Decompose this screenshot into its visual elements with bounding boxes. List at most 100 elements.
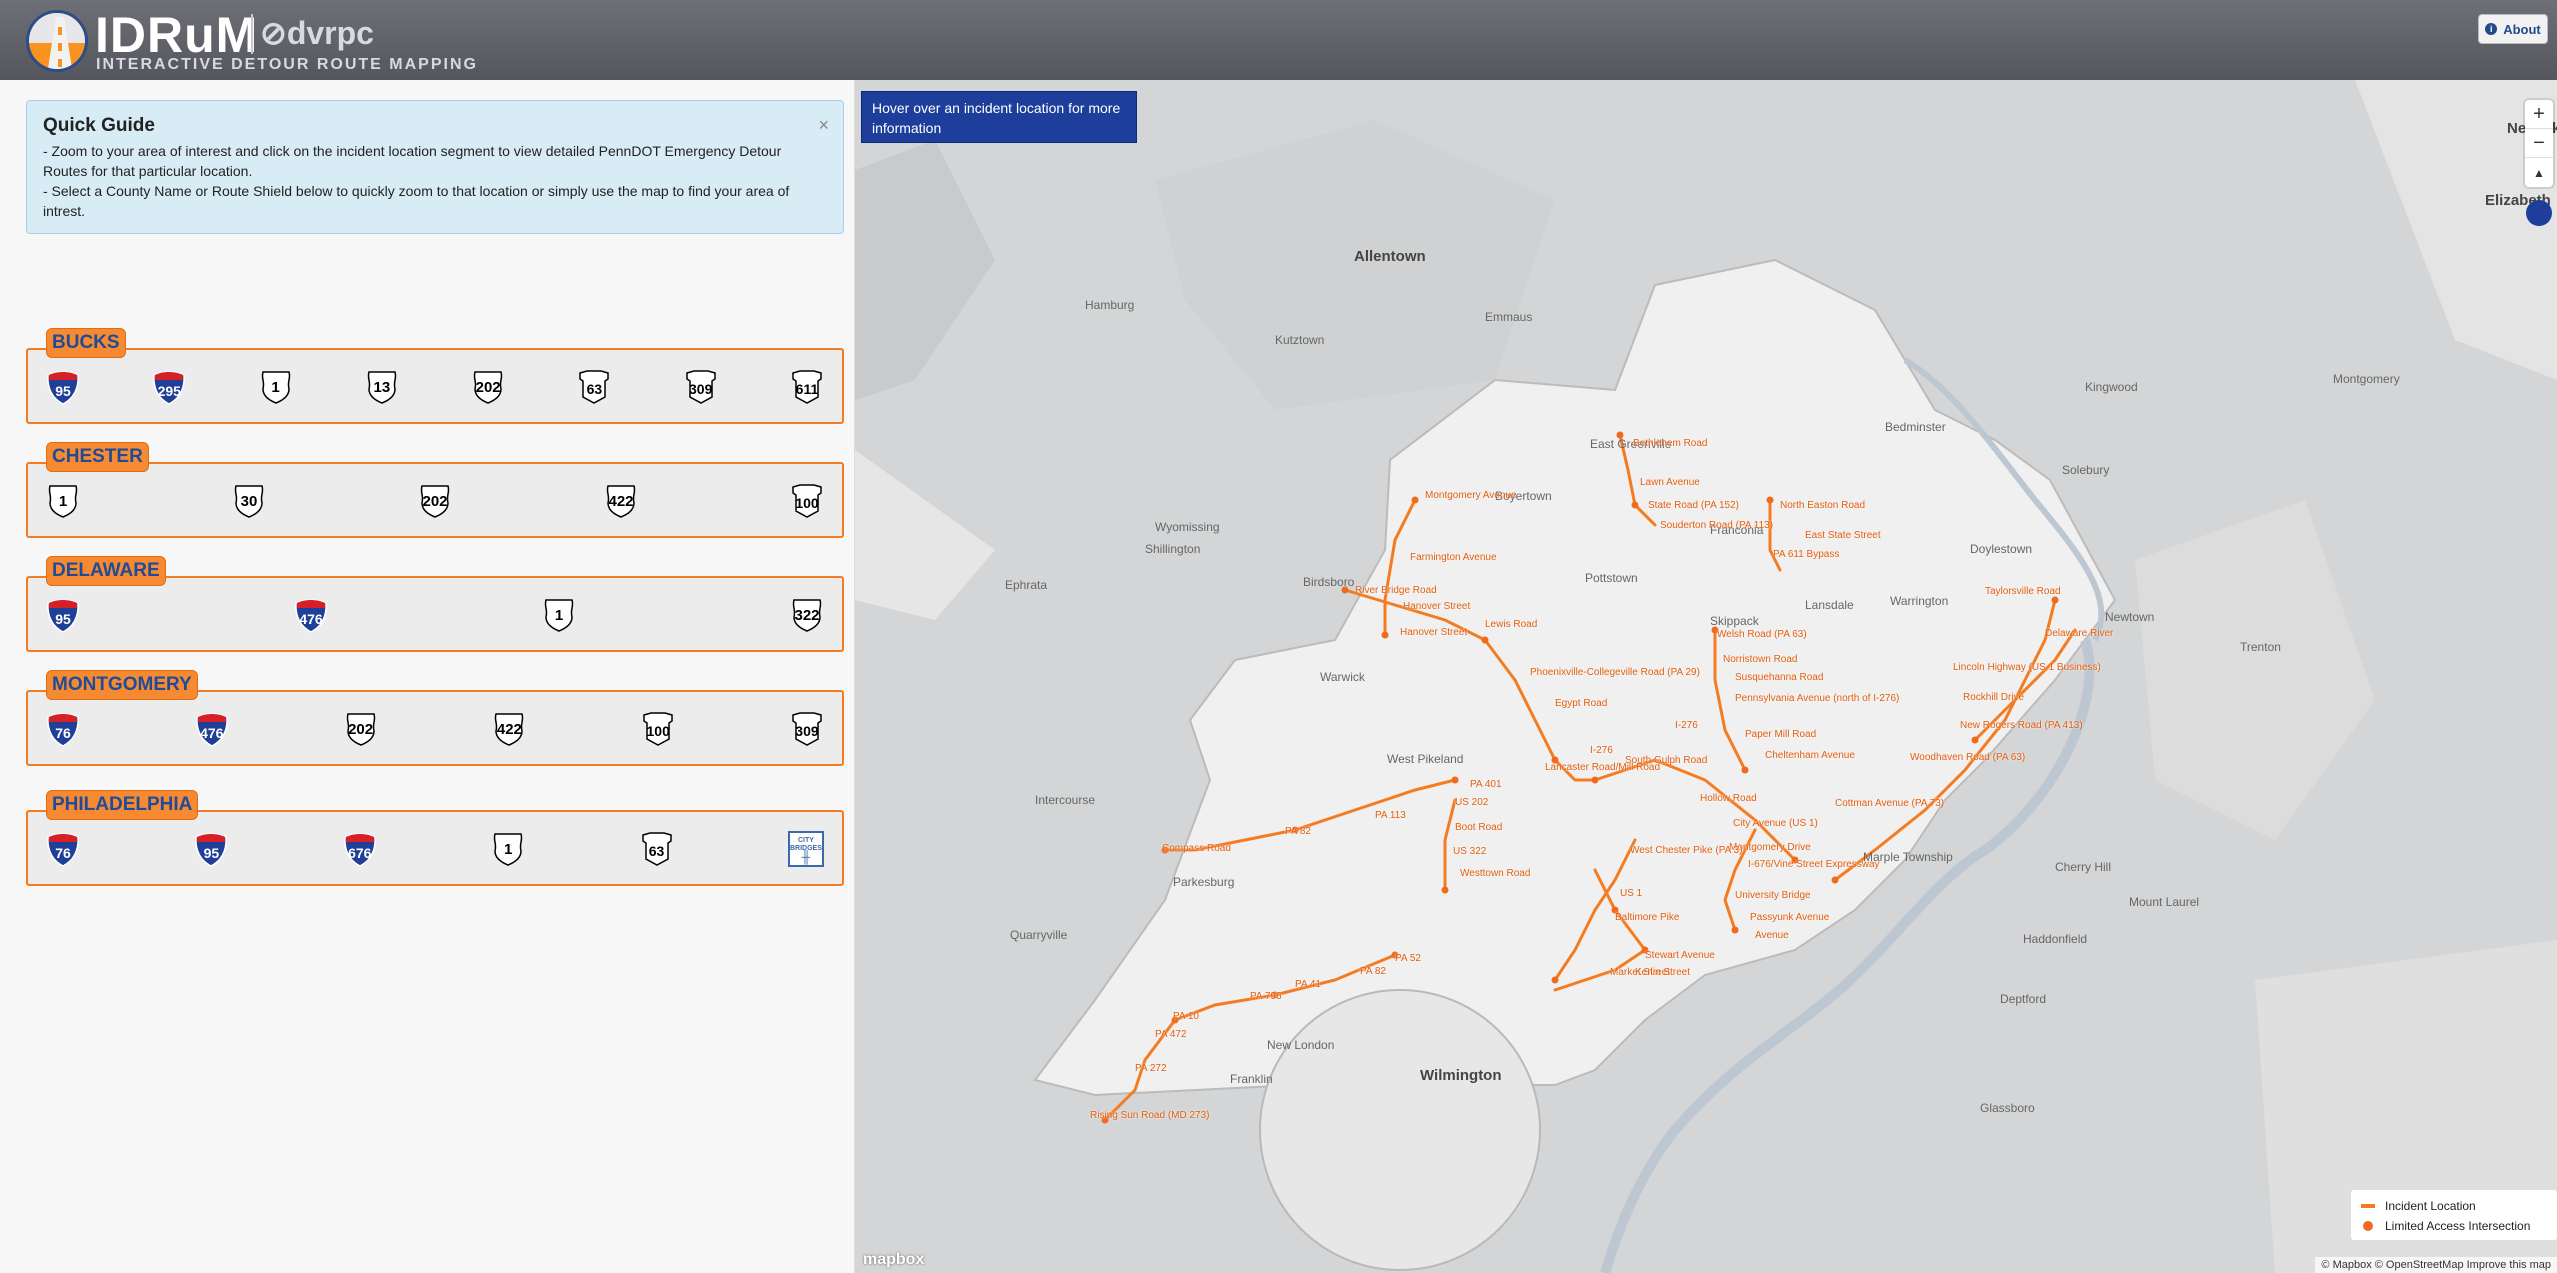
- route-shield-interstate-95[interactable]: 95: [46, 369, 80, 405]
- zoom-in-button[interactable]: +: [2525, 100, 2553, 129]
- incident-route-label[interactable]: Montgomery Avenue: [1425, 490, 1517, 501]
- incident-route-label[interactable]: I-276: [1675, 720, 1698, 731]
- incident-route-label[interactable]: PA 82: [1285, 826, 1311, 837]
- incident-route-label[interactable]: PA 113: [1375, 810, 1406, 821]
- incident-route-label[interactable]: PA 52: [1395, 953, 1421, 964]
- incident-route-label[interactable]: City Avenue (US 1): [1733, 818, 1818, 829]
- incident-route-label[interactable]: Souderton Road (PA 113): [1660, 520, 1773, 531]
- county-name-button[interactable]: PHILADELPHIA: [46, 790, 199, 820]
- incident-route-label[interactable]: Lewis Road: [1485, 619, 1537, 630]
- route-shield-pa-100[interactable]: 100: [790, 483, 824, 519]
- incident-route-label[interactable]: PA 611 Bypass: [1773, 549, 1839, 560]
- route-shield-us-422[interactable]: 422: [604, 483, 638, 519]
- incident-route-label[interactable]: Passyunk Avenue: [1750, 912, 1829, 923]
- incident-route-label[interactable]: North Easton Road: [1780, 500, 1865, 511]
- route-shield-interstate-295[interactable]: 295: [152, 369, 186, 405]
- route-shield-us-13[interactable]: 13: [365, 369, 399, 405]
- county-name-button[interactable]: BUCKS: [46, 328, 126, 358]
- incident-route-label[interactable]: Cottman Avenue (PA 73): [1835, 798, 1944, 809]
- route-shield-interstate-95[interactable]: 95: [46, 597, 80, 633]
- incident-route-label[interactable]: Avenue: [1755, 930, 1789, 941]
- incident-route-label[interactable]: Stewart Avenue: [1645, 950, 1715, 961]
- close-icon[interactable]: ×: [818, 115, 829, 136]
- incident-route-label[interactable]: I-676/Vine Street Expressway: [1748, 859, 1880, 870]
- incident-route-label[interactable]: Susquehanna Road: [1735, 672, 1823, 683]
- incident-route-label[interactable]: PA 401: [1470, 779, 1502, 790]
- incident-route-label[interactable]: Lincoln Highway (US 1 Business): [1953, 662, 2101, 673]
- incident-route-label[interactable]: PA 10: [1173, 1011, 1199, 1022]
- incident-route-label[interactable]: US 322: [1453, 846, 1486, 857]
- incident-route-label[interactable]: PA 272: [1135, 1063, 1167, 1074]
- route-shield-us-202[interactable]: 202: [344, 711, 378, 747]
- about-button[interactable]: i About: [2478, 14, 2548, 44]
- incident-route-label[interactable]: Westtown Road: [1460, 868, 1530, 879]
- incident-route-label[interactable]: Hollow Road: [1700, 793, 1757, 804]
- route-shield-interstate-476[interactable]: 476: [294, 597, 328, 633]
- mapbox-logo[interactable]: mapbox: [863, 1251, 924, 1269]
- route-shield-interstate-476[interactable]: 476: [195, 711, 229, 747]
- incident-route-label[interactable]: Egypt Road: [1555, 698, 1607, 709]
- incident-route-label[interactable]: Taylorsville Road: [1985, 586, 2061, 597]
- incident-route-label[interactable]: Paper Mill Road: [1745, 729, 1816, 740]
- zoom-out-button[interactable]: −: [2525, 129, 2553, 158]
- incident-route-label[interactable]: State Road (PA 152): [1648, 500, 1739, 511]
- incident-route-label[interactable]: US 1: [1620, 888, 1642, 899]
- incident-route-label[interactable]: Rockhill Drive: [1963, 692, 2024, 703]
- incident-route-label[interactable]: Delaware River: [2045, 628, 2113, 639]
- county-name-button[interactable]: DELAWARE: [46, 556, 166, 586]
- incident-route-label[interactable]: Compass Road: [1162, 843, 1231, 854]
- incident-route-label[interactable]: Lancaster Road/Mill Road: [1545, 762, 1660, 773]
- route-shield-us-202[interactable]: 202: [471, 369, 505, 405]
- incident-route-label[interactable]: Farmington Avenue: [1410, 552, 1497, 563]
- route-shield-us-1[interactable]: 1: [491, 831, 525, 867]
- route-shield-us-322[interactable]: 322: [790, 597, 824, 633]
- route-shield-pa-611[interactable]: 611: [790, 369, 824, 405]
- route-shield-interstate-676[interactable]: 676: [343, 831, 377, 867]
- incident-route-label[interactable]: PA 796: [1250, 991, 1282, 1002]
- map-attribution[interactable]: © Mapbox © OpenStreetMap Improve this ma…: [2315, 1257, 2557, 1273]
- route-shield-interstate-76[interactable]: 76: [46, 711, 80, 747]
- incident-route-label[interactable]: Cheltenham Avenue: [1765, 750, 1855, 761]
- incident-route-label[interactable]: Hanover Street: [1400, 627, 1467, 638]
- incident-route-label[interactable]: University Bridge: [1735, 890, 1811, 901]
- route-shield-bridge-city-bridges[interactable]: CITY BRIDGES ╫: [787, 831, 824, 867]
- incident-route-label[interactable]: New Rogers Road (PA 413): [1960, 720, 2083, 731]
- route-shield-us-1[interactable]: 1: [259, 369, 293, 405]
- county-name-button[interactable]: CHESTER: [46, 442, 149, 472]
- route-shield-pa-100[interactable]: 100: [641, 711, 675, 747]
- compass-icon[interactable]: [2526, 200, 2552, 226]
- incident-route-label[interactable]: PA 82: [1360, 966, 1386, 977]
- incident-route-label[interactable]: Bethlehem Road: [1633, 438, 1708, 449]
- incident-route-label[interactable]: River Bridge Road: [1355, 585, 1437, 596]
- route-shield-pa-309[interactable]: 309: [790, 711, 824, 747]
- route-shield-pa-309[interactable]: 309: [684, 369, 718, 405]
- incident-route-label[interactable]: East State Street: [1805, 530, 1881, 541]
- incident-route-label[interactable]: Kerlin Street: [1635, 967, 1690, 978]
- incident-route-label[interactable]: Rising Sun Road (MD 273): [1090, 1110, 1210, 1121]
- route-shield-us-30[interactable]: 30: [232, 483, 266, 519]
- incident-route-label[interactable]: West Chester Pike (PA 3): [1630, 845, 1742, 856]
- route-shield-pa-63[interactable]: 63: [640, 831, 674, 867]
- incident-route-label[interactable]: Woodhaven Road (PA 63): [1910, 752, 2025, 763]
- incident-route-label[interactable]: Hanover Street: [1403, 601, 1470, 612]
- route-shield-pa-63[interactable]: 63: [577, 369, 611, 405]
- incident-route-label[interactable]: Lawn Avenue: [1640, 477, 1700, 488]
- route-shield-interstate-95[interactable]: 95: [194, 831, 228, 867]
- incident-route-label[interactable]: Baltimore Pike: [1615, 912, 1679, 923]
- incident-route-label[interactable]: Boot Road: [1455, 822, 1502, 833]
- incident-route-label[interactable]: I-276: [1590, 745, 1613, 756]
- reset-bearing-button[interactable]: ▲: [2525, 158, 2553, 187]
- incident-route-label[interactable]: Pennsylvania Avenue (north of I-276): [1735, 693, 1899, 704]
- incident-route-label[interactable]: Welsh Road (PA 63): [1717, 629, 1807, 640]
- incident-route-label[interactable]: US 202: [1455, 797, 1488, 808]
- incident-route-label[interactable]: PA 41: [1295, 979, 1321, 990]
- county-name-button[interactable]: MONTGOMERY: [46, 670, 198, 700]
- route-shield-us-1[interactable]: 1: [46, 483, 80, 519]
- incident-route-label[interactable]: Norristown Road: [1723, 654, 1797, 665]
- map-canvas[interactable]: AllentownWilmingtonNewarkElizabethHambur…: [855, 80, 2557, 1273]
- incident-route-label[interactable]: Phoenixville-Collegeville Road (PA 29): [1530, 667, 1700, 678]
- route-shield-us-1[interactable]: 1: [542, 597, 576, 633]
- incident-route-label[interactable]: PA 472: [1155, 1029, 1187, 1040]
- route-shield-us-202[interactable]: 202: [418, 483, 452, 519]
- route-shield-us-422[interactable]: 422: [492, 711, 526, 747]
